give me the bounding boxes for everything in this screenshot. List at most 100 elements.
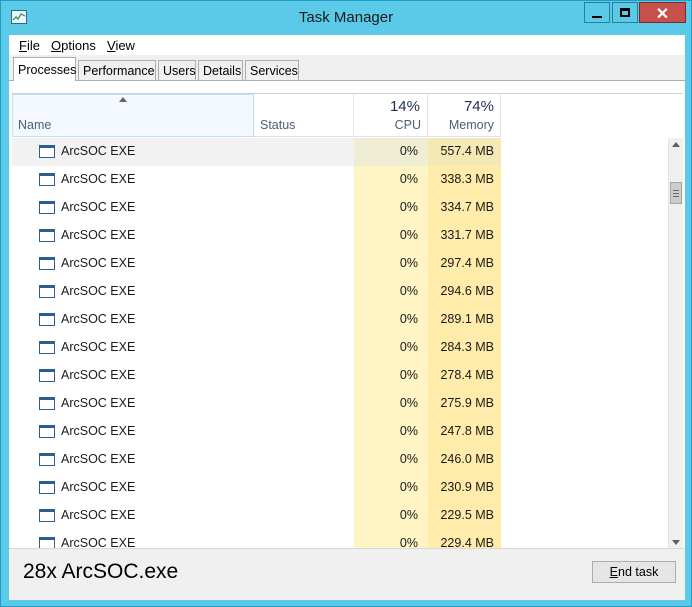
process-status (254, 250, 354, 278)
tab-details[interactable]: Details (198, 60, 243, 80)
process-row[interactable]: ArcSOC EXE 0% 278.4 MB (12, 362, 666, 390)
tab-users[interactable]: Users (158, 60, 196, 80)
process-row[interactable]: ArcSOC EXE 0% 247.8 MB (12, 418, 666, 446)
task-manager-window: Task Manager ✕ File Options View Process… (0, 0, 692, 607)
process-row[interactable]: ArcSOC EXE 0% 557.4 MB (12, 138, 666, 166)
process-row[interactable]: ArcSOC EXE 0% 284.3 MB (12, 334, 666, 362)
footer-bar: 28x ArcSOC.exe End task (9, 548, 685, 600)
column-header-name[interactable]: Name (12, 94, 254, 137)
minimize-button[interactable] (584, 2, 610, 23)
scroll-up-arrow-icon[interactable] (672, 142, 680, 147)
process-status (254, 138, 354, 166)
process-name: ArcSOC EXE (61, 312, 136, 326)
process-cpu: 0% (354, 362, 428, 390)
column-header-status[interactable]: Status (254, 94, 354, 137)
process-memory: 334.7 MB (428, 194, 501, 222)
menu-view-label: iew (115, 38, 135, 53)
vertical-scrollbar[interactable] (668, 138, 683, 549)
name-cell: ArcSOC EXE (12, 250, 254, 278)
process-name: ArcSOC EXE (61, 396, 136, 410)
process-memory: 230.9 MB (428, 474, 501, 502)
name-cell: ArcSOC EXE (12, 138, 254, 166)
process-memory: 284.3 MB (428, 334, 501, 362)
process-cpu: 0% (354, 530, 428, 549)
process-status (254, 530, 354, 549)
process-cpu: 0% (354, 390, 428, 418)
maximize-button[interactable] (612, 2, 638, 23)
process-row[interactable]: ArcSOC EXE 0% 338.3 MB (12, 166, 666, 194)
end-task-label: nd task (618, 565, 659, 579)
process-row[interactable]: ArcSOC EXE 0% 229.4 MB (12, 530, 666, 549)
process-status (254, 446, 354, 474)
tab-performance[interactable]: Performance (78, 60, 156, 80)
scroll-down-arrow-icon[interactable] (672, 540, 680, 545)
menu-file-accel: F (19, 38, 27, 53)
process-row[interactable]: ArcSOC EXE 0% 334.7 MB (12, 194, 666, 222)
process-cpu: 0% (354, 502, 428, 530)
tab-services[interactable]: Services (245, 60, 299, 80)
process-memory: 229.4 MB (428, 530, 501, 549)
process-row[interactable]: ArcSOC EXE 0% 294.6 MB (12, 278, 666, 306)
process-window-icon (39, 369, 55, 382)
process-window-icon (39, 201, 55, 214)
maximize-icon (620, 8, 630, 17)
process-window-icon (39, 341, 55, 354)
column-status-label: Status (260, 118, 296, 132)
process-row[interactable]: ArcSOC EXE 0% 331.7 MB (12, 222, 666, 250)
name-cell: ArcSOC EXE (12, 334, 254, 362)
process-window-icon (39, 481, 55, 494)
menu-view[interactable]: View (107, 38, 135, 53)
process-window-icon (39, 425, 55, 438)
menu-options[interactable]: Options (51, 38, 96, 53)
process-memory: 229.5 MB (428, 502, 501, 530)
menu-options-label: ptions (61, 38, 96, 53)
process-cpu: 0% (354, 166, 428, 194)
process-cpu: 0% (354, 418, 428, 446)
close-icon: ✕ (655, 6, 670, 23)
process-row[interactable]: ArcSOC EXE 0% 275.9 MB (12, 390, 666, 418)
menu-file-label: ile (26, 38, 40, 53)
process-memory: 557.4 MB (428, 138, 501, 166)
process-memory: 289.1 MB (428, 306, 501, 334)
process-cpu: 0% (354, 250, 428, 278)
process-list: Name Status 14% CPU 74% Memory ArcSOC EX… (12, 93, 683, 549)
process-memory: 331.7 MB (428, 222, 501, 250)
column-name-label: Name (18, 118, 52, 132)
menu-file[interactable]: File (19, 38, 40, 53)
process-name: ArcSOC EXE (61, 452, 136, 466)
process-row[interactable]: ArcSOC EXE 0% 229.5 MB (12, 502, 666, 530)
process-row[interactable]: ArcSOC EXE 0% 230.9 MB (12, 474, 666, 502)
name-cell: ArcSOC EXE (12, 278, 254, 306)
column-header-memory[interactable]: 74% Memory (428, 94, 501, 137)
process-name: ArcSOC EXE (61, 424, 136, 438)
title-bar[interactable]: Task Manager ✕ (1, 1, 691, 35)
end-task-button[interactable]: End task (592, 561, 676, 583)
process-status (254, 418, 354, 446)
name-cell: ArcSOC EXE (12, 530, 254, 549)
tab-strip: Processes Performance Users Details Serv… (9, 55, 685, 81)
process-cpu: 0% (354, 222, 428, 250)
process-window-icon (39, 229, 55, 242)
close-button[interactable]: ✕ (639, 2, 686, 23)
process-status (254, 222, 354, 250)
scroll-thumb[interactable] (670, 182, 682, 204)
process-window-icon (39, 453, 55, 466)
process-name: ArcSOC EXE (61, 480, 136, 494)
process-cpu: 0% (354, 278, 428, 306)
end-task-accel: E (609, 565, 619, 579)
process-row[interactable]: ArcSOC EXE 0% 289.1 MB (12, 306, 666, 334)
column-header-cpu[interactable]: 14% CPU (354, 94, 428, 137)
process-window-icon (39, 257, 55, 270)
thumb-grip-line (673, 196, 679, 197)
process-row[interactable]: ArcSOC EXE 0% 297.4 MB (12, 250, 666, 278)
name-cell: ArcSOC EXE (12, 446, 254, 474)
process-row[interactable]: ArcSOC EXE 0% 246.0 MB (12, 446, 666, 474)
tab-processes[interactable]: Processes (13, 57, 76, 81)
process-status (254, 502, 354, 530)
process-name: ArcSOC EXE (61, 340, 136, 354)
process-status (254, 194, 354, 222)
name-cell: ArcSOC EXE (12, 194, 254, 222)
name-cell: ArcSOC EXE (12, 306, 254, 334)
minimize-icon (592, 16, 602, 18)
process-status (254, 166, 354, 194)
